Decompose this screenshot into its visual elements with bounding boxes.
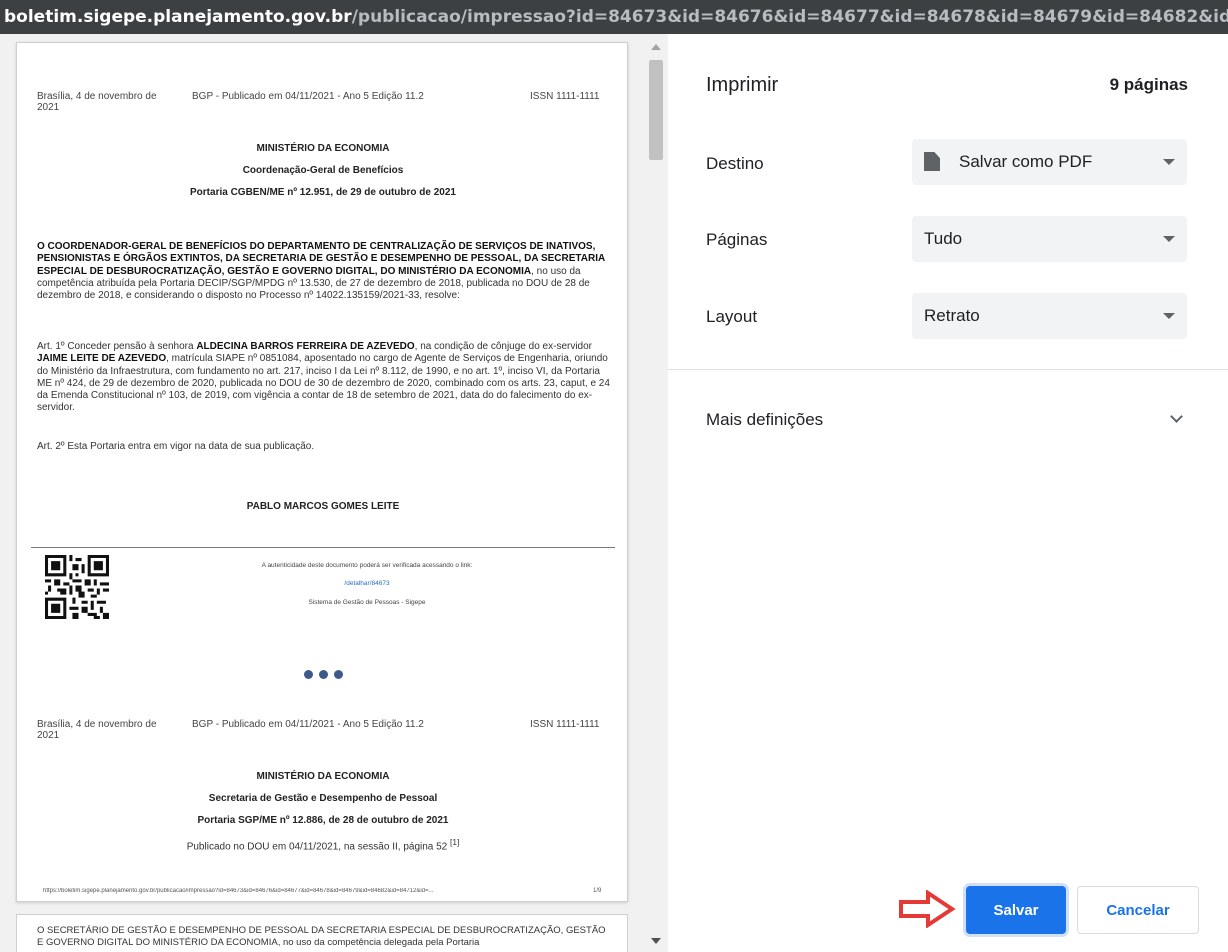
dropdown-caret-icon <box>1163 159 1175 165</box>
chevron-down-icon[interactable] <box>1170 410 1183 423</box>
intro-paragraph: O COORDENADOR-GERAL DE BENEFÍCIOS DO DEP… <box>37 241 612 302</box>
print-title: Imprimir <box>706 74 779 96</box>
layout-select[interactable]: Retrato <box>912 293 1187 339</box>
cancel-button[interactable]: Cancelar <box>1077 886 1199 934</box>
print-preview: Brasília, 4 de novembro de 2021 BGP - Pu… <box>0 34 644 952</box>
art1-part-b: , na condição de cônjuge do ex-servidor <box>414 341 593 352</box>
divider-line <box>31 547 615 548</box>
header2-issn: ISSN 1111-1111 <box>530 719 600 730</box>
preview-page-2: O SECRETÁRIO DE GESTÃO E DESEMPENHO DE P… <box>16 914 628 952</box>
qr-code-icon <box>45 555 109 619</box>
header-date: Brasília, 4 de novembro de 2021 <box>37 91 157 113</box>
dou-footnote-ref: [1] <box>450 837 460 847</box>
pages-select[interactable]: Tudo <box>912 216 1187 262</box>
red-arrow-icon <box>899 890 956 928</box>
art1-ex-servant: JAIME LEITE DE AZEVEDO <box>37 353 167 365</box>
art1-part-a: Art. 1º Conceder pensão à senhora <box>37 341 197 352</box>
address-bar[interactable]: boletim.sigepe.planejamento.gov.br/publi… <box>0 0 1228 34</box>
section-divider <box>668 369 1228 370</box>
url-host: boletim.sigepe.planejamento.gov.br <box>4 7 352 27</box>
pages-value: Tudo <box>924 229 963 248</box>
department-title: Coordenação-Geral de Benefícios <box>242 165 404 176</box>
dropdown-caret-icon <box>1163 236 1175 242</box>
scrollbar-thumb[interactable] <box>649 60 663 160</box>
more-settings-toggle[interactable]: Mais definições <box>706 410 823 430</box>
ministry2-title: MINISTÉRIO DA ECONOMIA <box>256 771 390 782</box>
page-separator-dots <box>304 670 343 679</box>
save-button[interactable]: Salvar <box>966 886 1066 934</box>
pages-label: Páginas <box>706 230 768 249</box>
document-icon <box>924 152 940 171</box>
dou-note: Publicado no DOU em 04/11/2021, na sessã… <box>17 837 629 852</box>
page2-text: O SECRETÁRIO DE GESTÃO E DESEMPENHO DE P… <box>37 925 606 948</box>
scroll-down-arrow-icon[interactable] <box>651 938 661 944</box>
preview-scrollbar[interactable] <box>644 34 668 952</box>
dou-note-text: Publicado no DOU em 04/11/2021, na sessã… <box>186 841 448 853</box>
print-settings-panel: Imprimir 9 páginas Destino Salvar como P… <box>668 34 1228 952</box>
intro-bold: O COORDENADOR-GERAL DE BENEFÍCIOS DO DEP… <box>37 241 605 277</box>
header2-date: Brasília, 4 de novembro de 2021 <box>37 719 157 741</box>
auth-link[interactable]: /detalhar/84673 <box>157 580 577 587</box>
page-count: 9 páginas <box>1109 75 1188 94</box>
footer-page-number: 1/9 <box>593 888 602 894</box>
ordinance2-title: Portaria SGP/ME nº 12.886, de 28 de outu… <box>197 815 449 826</box>
header2-publication: BGP - Publicado em 04/11/2021 - Ano 5 Ed… <box>192 719 424 730</box>
ordinance-title: Portaria CGBEN/ME nº 12.951, de 29 de ou… <box>190 187 456 198</box>
scroll-up-arrow-icon[interactable] <box>651 44 661 50</box>
destination-select[interactable]: Salvar como PDF <box>912 139 1187 185</box>
header-publication: BGP - Publicado em 04/11/2021 - Ano 5 Ed… <box>192 91 424 102</box>
art1-beneficiary: ALDECINA BARROS FERREIRA DE AZEVEDO <box>196 341 415 352</box>
auth-system: Sistema de Gestão de Pessoas - Sigepe <box>308 599 426 606</box>
article-1: Art. 1º Conceder pensão à senhora ALDECI… <box>37 341 612 415</box>
preview-page-1: Brasília, 4 de novembro de 2021 BGP - Pu… <box>16 42 628 902</box>
dropdown-caret-icon <box>1163 313 1175 319</box>
ministry-title: MINISTÉRIO DA ECONOMIA <box>256 143 390 154</box>
destination-value: Salvar como PDF <box>959 152 1093 171</box>
department2-title: Secretaria de Gestão e Desempenho de Pes… <box>208 793 438 804</box>
destination-label: Destino <box>706 154 764 173</box>
header-issn: ISSN 1111-1111 <box>530 91 600 102</box>
article-2: Art. 2º Esta Portaria entra em vigor na … <box>37 441 315 452</box>
layout-value: Retrato <box>924 306 980 325</box>
footer-url: https://boletim.sigepe.planejamento.gov.… <box>43 888 434 894</box>
url-path: /publicacao/impressao?id=84673&id=84676&… <box>351 7 1228 27</box>
auth-text: A autenticidade deste documento poderá s… <box>261 562 473 569</box>
signature-name: PABLO MARCOS GOMES LEITE <box>246 501 400 512</box>
layout-label: Layout <box>706 307 758 326</box>
